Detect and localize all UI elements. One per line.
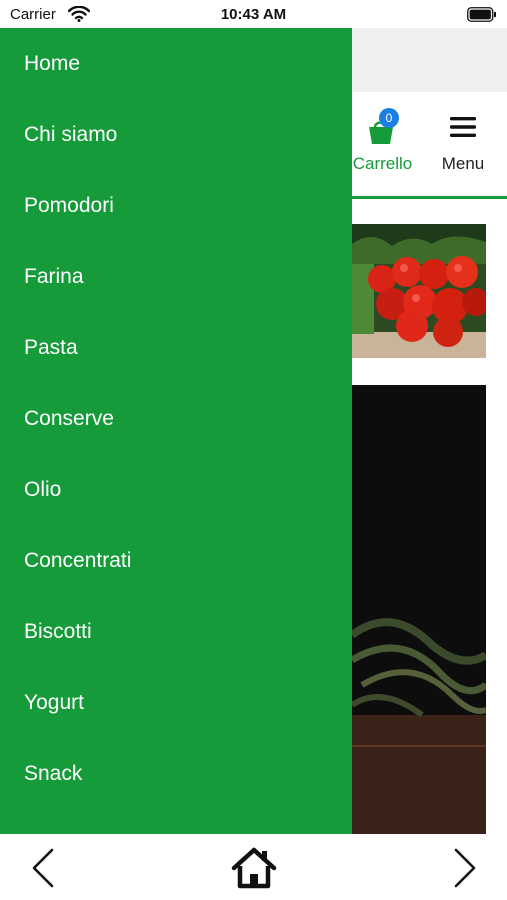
drawer-item-biscotti[interactable]: Biscotti	[0, 596, 352, 667]
cart-label: Carrello	[352, 154, 413, 173]
side-drawer: Home Chi siamo Pomodori Farina Pasta Con…	[0, 28, 352, 834]
drawer-item-chi-siamo[interactable]: Chi siamo	[0, 99, 352, 170]
chevron-right-icon[interactable]	[450, 846, 480, 890]
cart-count-badge: 0	[379, 108, 399, 128]
menu-button[interactable]: Menu	[432, 106, 494, 186]
drawer-item-snack[interactable]: Snack	[0, 738, 352, 809]
battery-icon	[467, 7, 496, 22]
drawer-item-conserve[interactable]: Conserve	[0, 383, 352, 454]
hamburger-icon	[450, 117, 476, 137]
app-screen: Carrier 10:43 AM 0 Carrello Menu Home Ch…	[0, 0, 507, 900]
drawer-item-pasta[interactable]: Pasta	[0, 312, 352, 383]
tomatoes-image[interactable]	[352, 224, 486, 358]
menu-label: Menu	[441, 154, 485, 173]
product-image[interactable]	[352, 385, 486, 834]
status-bar: Carrier 10:43 AM	[0, 0, 507, 28]
drawer-item-yogurt[interactable]: Yogurt	[0, 667, 352, 738]
cart-button[interactable]: 0 Carrello	[345, 106, 420, 186]
home-icon[interactable]	[231, 846, 277, 890]
drawer-item-olio[interactable]: Olio	[0, 454, 352, 525]
drawer-item-home[interactable]: Home	[0, 28, 352, 99]
drawer-item-farina[interactable]: Farina	[0, 241, 352, 312]
chevron-left-icon[interactable]	[28, 846, 58, 890]
drawer-item-pomodori[interactable]: Pomodori	[0, 170, 352, 241]
drawer-item-concentrati[interactable]: Concentrati	[0, 525, 352, 596]
bottom-toolbar	[0, 834, 507, 900]
status-time: 10:43 AM	[220, 6, 287, 23]
